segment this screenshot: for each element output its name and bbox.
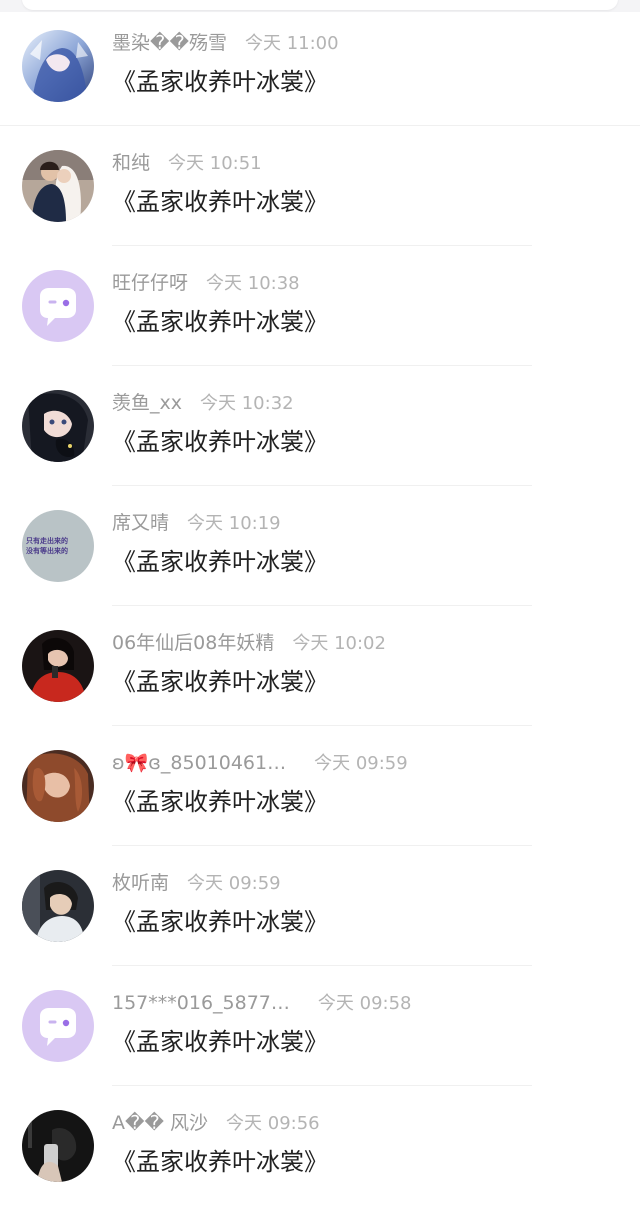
- comment-meta: 枚听南 今天 09:59: [112, 870, 281, 896]
- photo-avatar-icon: [22, 1110, 94, 1182]
- user-avatar[interactable]: [22, 870, 94, 942]
- user-avatar[interactable]: [22, 750, 94, 822]
- comment-item[interactable]: 157***016_5877… 今天 09:58 《孟家收养叶冰裳》: [0, 966, 640, 1086]
- comment-text: 《孟家收养叶冰裳》: [112, 788, 328, 816]
- default-chat-avatar-icon: [22, 990, 94, 1062]
- comment-item[interactable]: 羡鱼_xx 今天 10:32 《孟家收养叶冰裳》: [0, 366, 640, 486]
- username[interactable]: 枚听南: [112, 870, 169, 896]
- comment-text: 《孟家收养叶冰裳》: [112, 1148, 328, 1176]
- timestamp: 今天 10:51: [168, 153, 262, 174]
- timestamp: 今天 10:02: [292, 633, 386, 654]
- comment-text: 《孟家收养叶冰裳》: [112, 1028, 328, 1056]
- username[interactable]: 席又晴: [112, 510, 169, 536]
- username[interactable]: 和纯: [112, 150, 150, 176]
- comment-item[interactable]: ʚ🎀ɞ_85010461… 今天 09:59 《孟家收养叶冰裳》: [0, 726, 640, 846]
- anime-avatar-icon: [22, 390, 94, 462]
- user-avatar[interactable]: [22, 990, 94, 1062]
- username[interactable]: 06年仙后08年妖精: [112, 630, 274, 656]
- comment-item[interactable]: 枚听南 今天 09:59 《孟家收养叶冰裳》: [0, 846, 640, 966]
- avatar-text: 只有走出来的 没有等出来的: [26, 536, 92, 556]
- photo-avatar-icon: [22, 150, 94, 222]
- user-avatar[interactable]: [22, 1110, 94, 1182]
- user-avatar[interactable]: 只有走出来的 没有等出来的: [22, 510, 94, 582]
- anime-avatar-icon: [22, 30, 94, 102]
- avatar-text-line: 只有走出来的: [26, 537, 68, 545]
- comment-text: 《孟家收养叶冰裳》: [112, 68, 328, 96]
- comment-meta: 和纯 今天 10:51: [112, 150, 262, 176]
- timestamp: 今天 11:00: [244, 33, 339, 54]
- comment-text: 《孟家收养叶冰裳》: [112, 308, 328, 336]
- comment-item[interactable]: 只有走出来的 没有等出来的 席又晴 今天 10:19 《孟家收养叶冰裳》: [0, 486, 640, 606]
- timestamp: 今天 09:56: [226, 1113, 320, 1134]
- photo-avatar-icon: [22, 870, 94, 942]
- comment-item[interactable]: 墨染��殇雪 今天 11:00 《孟家收养叶冰裳》: [0, 6, 640, 126]
- comment-meta: 旺仔仔呀 今天 10:38: [112, 270, 300, 296]
- comment-meta: ʚ🎀ɞ_85010461… 今天 09:59: [112, 750, 408, 776]
- comment-item[interactable]: 06年仙后08年妖精 今天 10:02 《孟家收养叶冰裳》: [0, 606, 640, 726]
- comment-meta: 06年仙后08年妖精 今天 10:02: [112, 630, 386, 656]
- comment-item[interactable]: 和纯 今天 10:51 《孟家收养叶冰裳》: [0, 126, 640, 246]
- user-avatar[interactable]: [22, 630, 94, 702]
- user-avatar[interactable]: [22, 390, 94, 462]
- timestamp: 今天 09:59: [314, 753, 408, 774]
- default-chat-avatar-icon: [22, 270, 94, 342]
- comment-meta: A�� 风沙 今天 09:56: [112, 1110, 320, 1136]
- username[interactable]: 157***016_5877…: [112, 990, 290, 1016]
- username[interactable]: A�� 风沙: [112, 1110, 208, 1136]
- comment-item[interactable]: A�� 风沙 今天 09:56 《孟家收养叶冰裳》: [0, 1086, 640, 1206]
- user-avatar[interactable]: [22, 30, 94, 102]
- timestamp: 今天 10:19: [187, 513, 281, 534]
- photo-avatar-icon: [22, 750, 94, 822]
- comment-text: 《孟家收养叶冰裳》: [112, 668, 328, 696]
- comment-meta: 157***016_5877… 今天 09:58: [112, 990, 412, 1016]
- username[interactable]: 羡鱼_xx: [112, 390, 182, 416]
- timestamp: 今天 09:58: [317, 993, 412, 1014]
- comment-meta: 席又晴 今天 10:19: [112, 510, 281, 536]
- comment-meta: 墨染��殇雪 今天 11:00: [112, 30, 339, 56]
- avatar-text-line: 没有等出来的: [26, 547, 68, 555]
- username[interactable]: 旺仔仔呀: [112, 270, 188, 296]
- user-avatar[interactable]: [22, 150, 94, 222]
- timestamp: 今天 10:38: [206, 273, 300, 294]
- timestamp: 今天 10:32: [200, 393, 294, 414]
- comment-text: 《孟家收养叶冰裳》: [112, 548, 328, 576]
- comment-meta: 羡鱼_xx 今天 10:32: [112, 390, 294, 416]
- comment-item[interactable]: 旺仔仔呀 今天 10:38 《孟家收养叶冰裳》: [0, 246, 640, 366]
- user-avatar[interactable]: [22, 270, 94, 342]
- comment-text: 《孟家收养叶冰裳》: [112, 428, 328, 456]
- photo-avatar-icon: [22, 630, 94, 702]
- comment-text: 《孟家收养叶冰裳》: [112, 188, 328, 216]
- username[interactable]: ʚ🎀ɞ_85010461…: [112, 750, 286, 776]
- timestamp: 今天 09:59: [187, 873, 281, 894]
- comment-text: 《孟家收养叶冰裳》: [112, 908, 328, 936]
- username[interactable]: 墨染��殇雪: [112, 30, 227, 56]
